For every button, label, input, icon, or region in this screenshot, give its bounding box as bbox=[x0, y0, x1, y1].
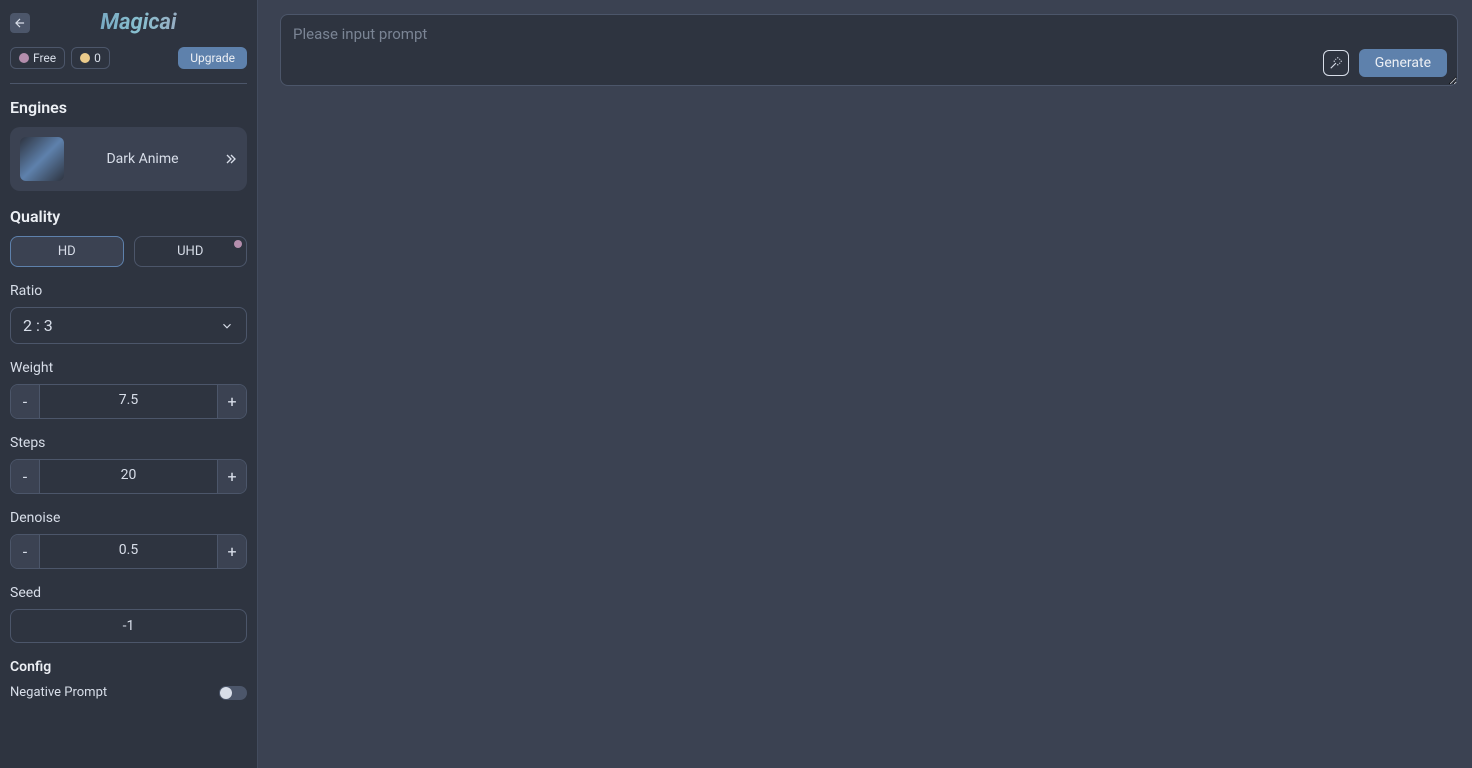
denoise-value[interactable]: 0.5 bbox=[39, 535, 218, 568]
weight-title: Weight bbox=[10, 360, 247, 376]
prompt-placeholder: Please input prompt bbox=[293, 25, 427, 43]
toggle-knob bbox=[220, 687, 232, 699]
denoise-minus-button[interactable]: - bbox=[11, 535, 39, 568]
magic-wand-icon bbox=[1329, 56, 1343, 70]
plan-icon bbox=[19, 53, 29, 63]
prompt-actions: Generate bbox=[1323, 49, 1447, 77]
engines-title: Engines bbox=[10, 98, 247, 117]
enhance-button[interactable] bbox=[1323, 50, 1349, 76]
prompt-textarea[interactable]: Please input prompt Generate bbox=[280, 14, 1458, 86]
ratio-value: 2 : 3 bbox=[23, 316, 53, 335]
engine-thumbnail bbox=[20, 137, 64, 181]
app-logo: Magicai bbox=[30, 10, 247, 35]
quality-uhd-label: UHD bbox=[177, 244, 203, 259]
engine-name: Dark Anime bbox=[74, 151, 211, 167]
divider bbox=[10, 83, 247, 84]
denoise-title: Denoise bbox=[10, 510, 247, 526]
premium-icon bbox=[234, 240, 242, 248]
plan-label: Free bbox=[33, 51, 56, 65]
quality-title: Quality bbox=[10, 207, 247, 226]
steps-title: Steps bbox=[10, 435, 247, 451]
ratio-select[interactable]: 2 : 3 bbox=[10, 307, 247, 344]
arrow-left-icon bbox=[13, 16, 27, 30]
seed-input[interactable]: -1 bbox=[10, 609, 247, 643]
back-button[interactable] bbox=[10, 13, 30, 33]
plan-row: Free 0 Upgrade bbox=[10, 47, 247, 69]
weight-stepper: - 7.5 + bbox=[10, 384, 247, 419]
credits-badge: 0 bbox=[71, 47, 110, 69]
main-area: Please input prompt Generate bbox=[258, 0, 1472, 768]
engine-selector[interactable]: Dark Anime bbox=[10, 127, 247, 191]
quality-row: HD UHD bbox=[10, 236, 247, 267]
plan-badge: Free bbox=[10, 47, 65, 69]
weight-plus-button[interactable]: + bbox=[218, 385, 246, 418]
quality-hd-button[interactable]: HD bbox=[10, 236, 124, 267]
chevron-down-icon bbox=[220, 319, 234, 333]
steps-minus-button[interactable]: - bbox=[11, 460, 39, 493]
ratio-title: Ratio bbox=[10, 283, 247, 299]
negative-prompt-row: Negative Prompt bbox=[10, 685, 247, 700]
weight-value[interactable]: 7.5 bbox=[39, 385, 218, 418]
weight-minus-button[interactable]: - bbox=[11, 385, 39, 418]
steps-value[interactable]: 20 bbox=[39, 460, 218, 493]
coin-icon bbox=[80, 53, 90, 63]
quality-uhd-button[interactable]: UHD bbox=[134, 236, 248, 267]
upgrade-button[interactable]: Upgrade bbox=[178, 47, 247, 69]
steps-stepper: - 20 + bbox=[10, 459, 247, 494]
sidebar: Magicai Free 0 Upgrade Engines Dark Anim… bbox=[0, 0, 258, 768]
denoise-stepper: - 0.5 + bbox=[10, 534, 247, 569]
negative-prompt-label: Negative Prompt bbox=[10, 685, 107, 700]
seed-title: Seed bbox=[10, 585, 247, 601]
denoise-plus-button[interactable]: + bbox=[218, 535, 246, 568]
credits-value: 0 bbox=[94, 51, 101, 65]
sidebar-header: Magicai bbox=[10, 10, 247, 35]
steps-plus-button[interactable]: + bbox=[218, 460, 246, 493]
chevron-right-icon bbox=[221, 151, 237, 167]
generate-button[interactable]: Generate bbox=[1359, 49, 1447, 77]
negative-prompt-toggle[interactable] bbox=[219, 686, 247, 700]
config-title: Config bbox=[10, 659, 247, 675]
